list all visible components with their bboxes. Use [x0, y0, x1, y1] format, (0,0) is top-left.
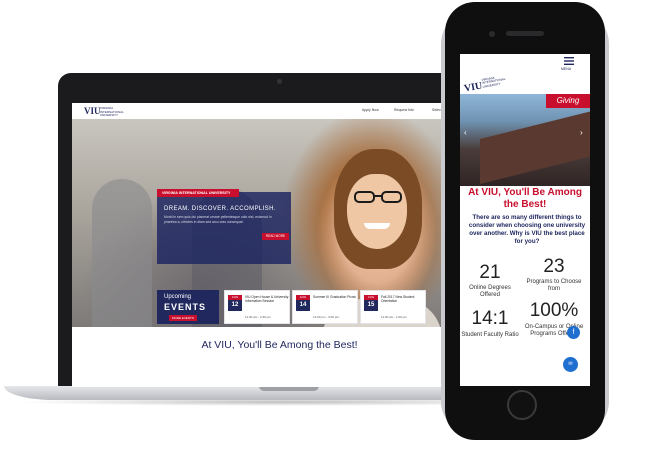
event-title: Fall 2017 New Student Orientation: [381, 295, 415, 304]
event-item[interactable]: AUG 15 Fall 2017 New Student Orientation …: [360, 290, 426, 324]
student-smile: [364, 223, 390, 229]
event-title: Summer III Graduation Picnic: [313, 295, 357, 299]
event-date: AUG 12: [228, 295, 242, 311]
events-upcoming: Upcoming: [164, 294, 192, 300]
mobile-header: MENU VIU VIRGINIA INTERNATIONAL UNIVERSI…: [460, 54, 590, 95]
stat-label: Student Faculty Ratio: [461, 332, 519, 338]
phone-camera: [489, 31, 495, 37]
event-title: VIU Open House & University Information …: [245, 295, 289, 304]
desktop-logo-text: VIRGINIA INTERNATIONAL UNIVERSITY: [100, 106, 124, 117]
hero-body: Morbi in sem quis dui placerat ornare pe…: [164, 215, 272, 224]
mobile-logo-mark[interactable]: VIU: [463, 80, 483, 94]
event-time: 12:00 pm - 3:00 pm: [313, 315, 340, 319]
apply-now-link[interactable]: Apply Now: [362, 108, 379, 112]
read-more-button[interactable]: READ MORE: [262, 233, 289, 240]
mobile-headline: At VIU, You'll Be Among the Best!: [468, 187, 582, 210]
hero-card: [157, 192, 291, 264]
event-day: 14: [299, 302, 307, 308]
events-title: EVENTS: [164, 302, 207, 312]
desktop-logo-mark[interactable]: VIU: [84, 106, 101, 116]
event-item[interactable]: AUG 12 VIU Open House & University Inform…: [224, 290, 290, 324]
home-button[interactable]: [507, 390, 537, 420]
stat-value: 21: [479, 262, 501, 283]
event-date: AUG 14: [296, 295, 310, 311]
stat-label: Programs to Choose from: [526, 279, 582, 292]
hamburger-icon[interactable]: [564, 57, 574, 65]
desktop-header: VIU VIRGINIA INTERNATIONAL UNIVERSITY Ap…: [72, 103, 487, 119]
hero-headline: DREAM. DISCOVER. ACCOMPLISH.: [164, 206, 276, 212]
carousel-prev-icon[interactable]: ‹: [464, 128, 467, 137]
event-time: 11:00 am - 1:00 pm: [381, 315, 407, 319]
facebook-icon[interactable]: f: [567, 326, 580, 339]
event-date: AUG 15: [364, 295, 378, 311]
event-item[interactable]: AUG 14 Summer III Graduation Picnic 12:00…: [292, 290, 358, 324]
event-day: 15: [367, 302, 375, 308]
stat-label: Online Degrees Offered: [469, 285, 511, 298]
mobile-screen: MENU VIU VIRGINIA INTERNATIONAL UNIVERSI…: [460, 54, 590, 386]
giving-button[interactable]: Giving: [546, 94, 590, 108]
more-events-button[interactable]: MORE EVENTS: [169, 315, 197, 321]
hero-tag: VIRGINIA INTERNATIONAL UNIVERSITY: [157, 189, 239, 197]
student-face: [347, 174, 407, 249]
request-info-link[interactable]: Request Info: [394, 108, 414, 112]
mobile-logo-text: VIRGINIA INTERNATIONAL UNIVERSITY: [481, 75, 506, 89]
mobile-intro: There are so many different things to co…: [468, 214, 586, 245]
desktop-screen: VIU VIRGINIA INTERNATIONAL UNIVERSITY Ap…: [72, 103, 487, 387]
stat-value: 14:1: [471, 308, 509, 329]
carousel-next-icon[interactable]: ›: [580, 128, 583, 137]
phone-speaker: [506, 31, 544, 36]
background-student: [92, 179, 152, 327]
event-day: 12: [231, 302, 239, 308]
desktop-tagline: At VIU, You'll Be Among the Best!: [201, 339, 358, 351]
stat-value: 100%: [529, 300, 579, 321]
chat-icon[interactable]: ✉: [563, 357, 578, 372]
laptop-camera: [277, 79, 282, 84]
glasses-icon: [354, 191, 402, 203]
event-time: 11:30 am - 2:30 pm: [245, 315, 271, 319]
menu-label[interactable]: MENU: [561, 67, 571, 71]
stat-value: 23: [543, 256, 565, 277]
